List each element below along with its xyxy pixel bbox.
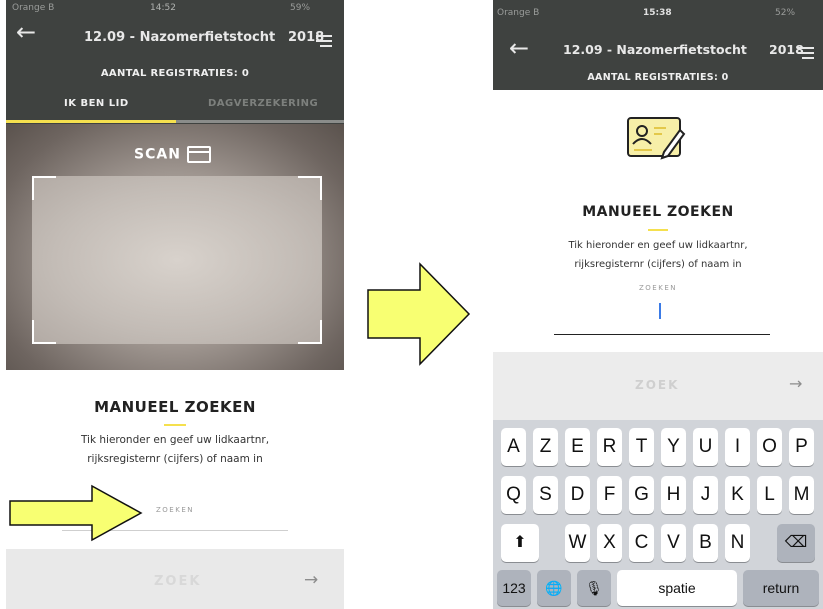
viewfinder-corner (298, 176, 322, 200)
key-s[interactable]: S (533, 476, 558, 514)
scan-button[interactable]: SCAN (134, 146, 211, 163)
key-r[interactable]: R (597, 428, 622, 466)
key-f[interactable]: F (597, 476, 622, 514)
battery-label: 59% (290, 3, 311, 13)
tab-dagverzekering[interactable]: DAGVERZEKERING (208, 98, 318, 109)
key-n[interactable]: N (725, 524, 750, 562)
numbers-key[interactable]: 123 (497, 570, 531, 606)
text-cursor (659, 303, 661, 319)
search-field-label: ZOEKEN (639, 284, 677, 292)
manual-search-desc-1: Tik hieronder en geef uw lidkaartnr, (80, 434, 270, 446)
search-button-label: ZOEK (635, 378, 680, 392)
key-b[interactable]: B (693, 524, 718, 562)
key-p[interactable]: P (789, 428, 814, 466)
battery-label: 52% (775, 8, 796, 18)
clock: 14:52 (150, 3, 176, 13)
back-arrow-icon[interactable]: ← (509, 34, 529, 62)
manual-search-desc-2: rijksregisternr (cijfers) of naam in (87, 453, 263, 465)
key-o[interactable]: O (757, 428, 782, 466)
event-title: 12.09 - Nazomerfietstocht (84, 30, 276, 45)
viewfinder-corner (32, 320, 56, 344)
search-button-label: ZOEK (154, 574, 202, 589)
viewfinder-corner (298, 320, 322, 344)
key-h[interactable]: H (661, 476, 686, 514)
shift-key[interactable]: ⬆ (501, 524, 539, 562)
registrations-count: AANTAL REGISTRATIES: 0 (587, 72, 729, 83)
event-title: 12.09 - Nazomerfietstocht (563, 42, 747, 57)
menu-icon[interactable] (798, 42, 814, 62)
key-e[interactable]: E (565, 428, 590, 466)
search-input[interactable] (554, 334, 770, 335)
registrations-count: AANTAL REGISTRATIES: 0 (100, 68, 250, 79)
on-screen-keyboard: A Z E R T Y U I O P Q S D F G H J K L M … (493, 420, 823, 609)
back-arrow-icon[interactable]: ← (16, 18, 36, 46)
key-q[interactable]: Q (501, 476, 526, 514)
backspace-key[interactable]: ⌫ (777, 524, 815, 562)
key-z[interactable]: Z (533, 428, 558, 466)
search-arrow-icon: → (789, 374, 803, 393)
return-key[interactable]: return (743, 570, 819, 606)
key-k[interactable]: K (725, 476, 750, 514)
camera-preview: SCAN (6, 124, 344, 370)
id-card-icon (627, 117, 686, 160)
right-phone-screen: Orange B 15:38 52% ← 12.09 - Nazomerfiet… (493, 0, 823, 609)
title-underline (164, 424, 186, 426)
manual-search-title: MANUEEL ZOEKEN (582, 204, 734, 220)
tab-ik-ben-lid[interactable]: IK BEN LID (64, 98, 129, 109)
space-key[interactable]: spatie (617, 570, 737, 606)
manual-search-title: MANUEEL ZOEKEN (94, 398, 256, 416)
key-l[interactable]: L (757, 476, 782, 514)
clock: 15:38 (643, 8, 672, 18)
globe-icon[interactable]: 🌐 (537, 570, 571, 606)
key-v[interactable]: V (661, 524, 686, 562)
microphone-icon[interactable]: 🎙 (577, 570, 611, 606)
key-a[interactable]: A (501, 428, 526, 466)
key-d[interactable]: D (565, 476, 590, 514)
key-c[interactable]: C (629, 524, 654, 562)
carrier-label: Orange B (12, 3, 55, 13)
tab-indicator-active (6, 120, 176, 123)
pointer-arrow-icon (9, 484, 143, 542)
key-t[interactable]: T (629, 428, 654, 466)
transition-arrow-icon (367, 262, 471, 366)
key-x[interactable]: X (597, 524, 622, 562)
key-j[interactable]: J (693, 476, 718, 514)
scan-label: SCAN (134, 146, 181, 163)
carrier-label: Orange B (497, 8, 540, 18)
key-w[interactable]: W (565, 524, 590, 562)
manual-search-desc-1: Tik hieronder en geef uw lidkaartnr, (568, 240, 748, 251)
key-m[interactable]: M (789, 476, 814, 514)
manual-search-desc-2: rijksregisternr (cijfers) of naam in (574, 259, 742, 270)
menu-icon[interactable] (316, 30, 332, 50)
viewfinder-corner (32, 176, 56, 200)
title-underline (648, 229, 668, 231)
key-u[interactable]: U (693, 428, 718, 466)
key-g[interactable]: G (629, 476, 654, 514)
scan-viewfinder (32, 176, 322, 344)
key-i[interactable]: I (725, 428, 750, 466)
key-y[interactable]: Y (661, 428, 686, 466)
search-arrow-icon: → (304, 570, 319, 590)
card-icon (186, 146, 211, 163)
